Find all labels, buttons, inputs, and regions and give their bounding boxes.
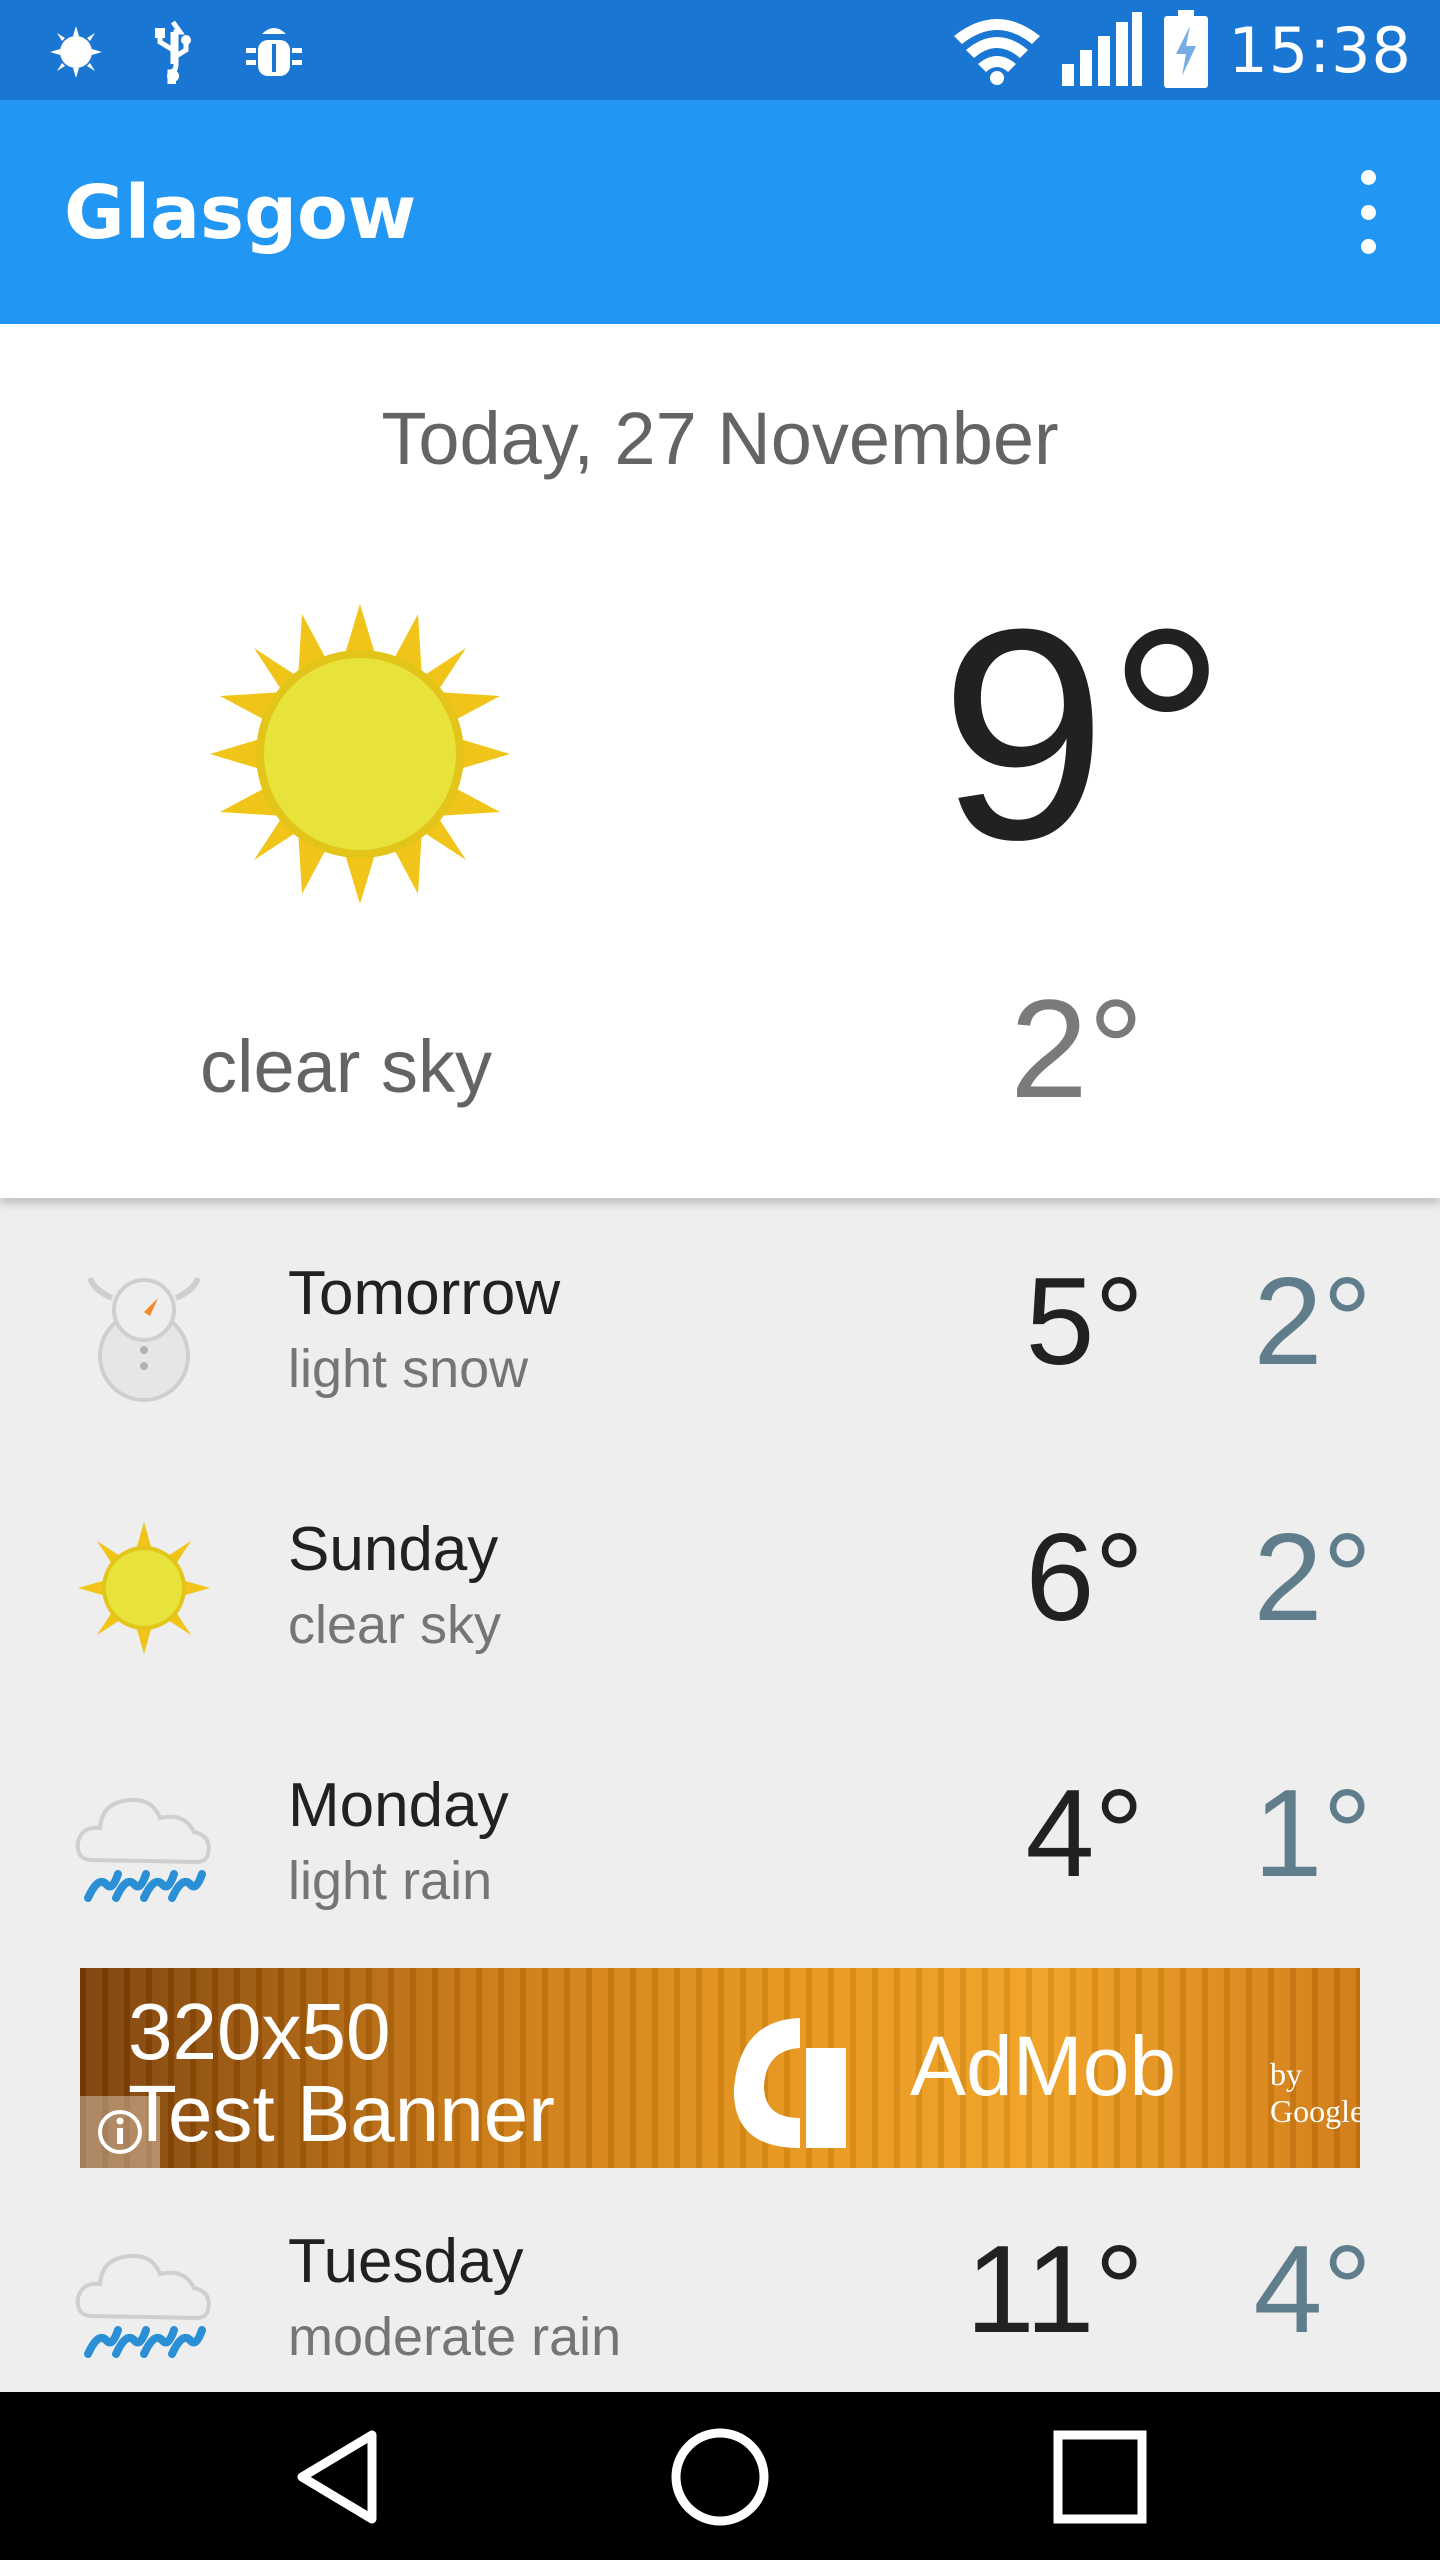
forecast-day: Tomorrow — [288, 1259, 561, 1328]
forecast-high-temp: 6° — [1025, 1509, 1144, 1647]
wifi-icon — [954, 19, 1041, 85]
status-time: 15:38 — [1228, 13, 1412, 87]
forecast-description: light snow — [288, 1339, 529, 1399]
forecast-low-temp: 2° — [1253, 1509, 1372, 1647]
ad-brand: AdMob — [910, 2019, 1177, 2113]
forecast-high-temp: 5° — [1025, 1253, 1144, 1391]
forecast-row[interactable]: Sunday clear sky 6° 2° — [0, 1454, 1440, 1710]
today-panel[interactable]: Today, 27 November 9° clear sky 2° — [0, 324, 1440, 1198]
weather-notification-icon — [50, 26, 102, 78]
forecast-description: moderate rain — [288, 2307, 622, 2367]
ad-title-text: Test Banner — [128, 2069, 555, 2158]
app-bar: Glasgow — [0, 100, 1440, 324]
today-date: Today, 27 November — [381, 397, 1059, 480]
recents-icon[interactable] — [1040, 2422, 1160, 2532]
sun-icon — [78, 1522, 210, 1654]
sun-icon — [210, 604, 510, 904]
forecast-row[interactable]: Tuesday moderate rain 11° 4° — [0, 2166, 1440, 2422]
today-low-temp: 2° — [1010, 970, 1144, 1127]
ad-banner[interactable]: 320x50 Test Banner AdMob by Google — [80, 1968, 1360, 2168]
forecast-row[interactable]: Monday light rain 4° 1° — [0, 1710, 1440, 1966]
forecast-day: Monday — [288, 1771, 509, 1840]
more-vert-icon[interactable] — [1336, 170, 1400, 254]
forecast-day: Tuesday — [288, 2227, 524, 2296]
status-bar: 15:38 — [0, 0, 1440, 100]
ad-size-text: 320x50 — [128, 1987, 391, 2076]
forecast-low-temp: 4° — [1253, 2221, 1372, 2359]
forecast-high-temp: 4° — [1025, 1765, 1144, 1903]
back-icon[interactable] — [280, 2422, 400, 2532]
app-title: Glasgow — [64, 170, 417, 256]
today-high-temp: 9° — [940, 566, 1227, 902]
snowman-icon — [87, 1276, 201, 1402]
admob-logo-icon — [733, 2018, 846, 2148]
rain-cloud-icon — [75, 1797, 211, 1902]
ad-by-google: by Google — [1270, 2056, 1360, 2129]
status-left-icons — [48, 20, 306, 84]
nav-bar — [0, 2392, 1440, 2560]
forecast-low-temp: 2° — [1253, 1253, 1372, 1391]
forecast-description: light rain — [288, 1851, 493, 1911]
forecast-low-temp: 1° — [1253, 1765, 1372, 1903]
usb-icon — [155, 20, 191, 84]
debug-icon — [246, 28, 302, 76]
ad-info-icon[interactable] — [80, 2096, 160, 2168]
forecast-description: clear sky — [288, 1595, 502, 1655]
battery-charging-icon — [1164, 10, 1209, 88]
rain-cloud-icon — [75, 2253, 211, 2358]
forecast-day: Sunday — [288, 1515, 499, 1584]
forecast-high-temp: 11° — [965, 2221, 1144, 2359]
status-right-icons: 15:38 — [952, 10, 1412, 90]
today-description: clear sky — [200, 1025, 492, 1108]
forecast-row[interactable]: Tomorrow light snow 5° 2° — [0, 1198, 1440, 1454]
home-icon[interactable] — [660, 2422, 780, 2532]
signal-icon — [1062, 12, 1143, 86]
